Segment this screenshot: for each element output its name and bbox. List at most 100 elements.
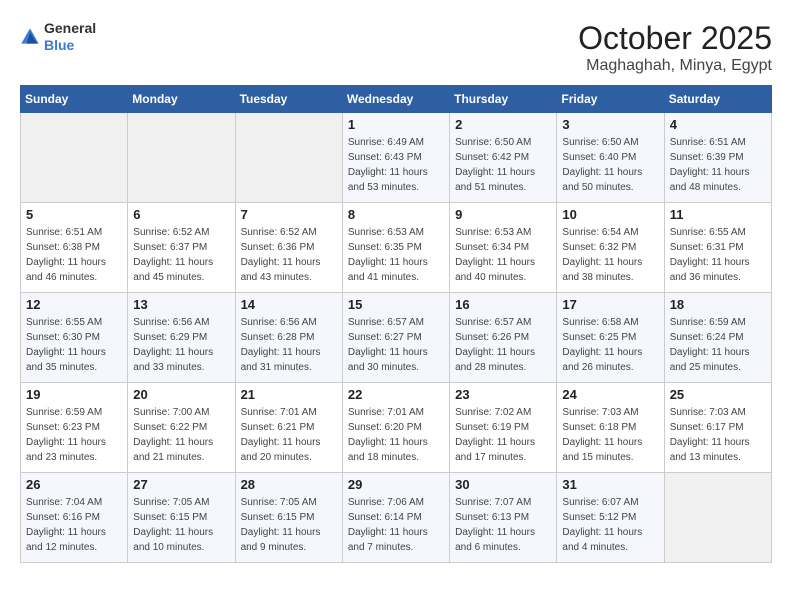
day-number: 9 bbox=[455, 207, 551, 222]
week-row-1: 5 Sunrise: 6:51 AM Sunset: 6:38 PM Daylig… bbox=[21, 203, 772, 293]
logo: General Blue bbox=[20, 20, 96, 54]
month-title: October 2025 bbox=[578, 20, 772, 57]
day-number: 30 bbox=[455, 477, 551, 492]
calendar-cell: 28 Sunrise: 7:05 AM Sunset: 6:15 PM Dayli… bbox=[235, 473, 342, 563]
logo-general: General bbox=[44, 20, 96, 37]
week-row-4: 26 Sunrise: 7:04 AM Sunset: 6:16 PM Dayli… bbox=[21, 473, 772, 563]
day-info: Sunrise: 7:01 AM Sunset: 6:20 PM Dayligh… bbox=[348, 405, 444, 465]
day-number: 24 bbox=[562, 387, 658, 402]
page-container: General Blue October 2025 Maghaghah, Min… bbox=[20, 20, 772, 563]
title-section: October 2025 Maghaghah, Minya, Egypt bbox=[578, 20, 772, 75]
day-info: Sunrise: 7:00 AM Sunset: 6:22 PM Dayligh… bbox=[133, 405, 229, 465]
calendar-cell bbox=[664, 473, 771, 563]
day-info: Sunrise: 7:01 AM Sunset: 6:21 PM Dayligh… bbox=[241, 405, 337, 465]
day-number: 6 bbox=[133, 207, 229, 222]
calendar-cell: 27 Sunrise: 7:05 AM Sunset: 6:15 PM Dayli… bbox=[128, 473, 235, 563]
calendar-cell: 23Sunrise: 7:02 AM Sunset: 6:19 PM Dayli… bbox=[450, 383, 557, 473]
day-info: Sunrise: 6:55 AM Sunset: 6:30 PM Dayligh… bbox=[26, 315, 122, 375]
day-number: 18 bbox=[670, 297, 766, 312]
calendar-cell: 7Sunrise: 6:52 AM Sunset: 6:36 PM Daylig… bbox=[235, 203, 342, 293]
logo-blue: Blue bbox=[44, 37, 96, 54]
day-number: 5 bbox=[26, 207, 122, 222]
day-number: 31 bbox=[562, 477, 658, 492]
calendar-cell bbox=[128, 113, 235, 203]
day-number: 22 bbox=[348, 387, 444, 402]
calendar-cell: 21 Sunrise: 7:01 AM Sunset: 6:21 PM Dayli… bbox=[235, 383, 342, 473]
day-number: 21 bbox=[241, 387, 337, 402]
calendar-cell: 8Sunrise: 6:53 AM Sunset: 6:35 PM Daylig… bbox=[342, 203, 449, 293]
calendar-cell: 11 Sunrise: 6:55 AM Sunset: 6:31 PM Dayli… bbox=[664, 203, 771, 293]
calendar-cell: 2 Sunrise: 6:50 AM Sunset: 6:42 PM Daylig… bbox=[450, 113, 557, 203]
day-number: 11 bbox=[670, 207, 766, 222]
day-info: Sunrise: 6:56 AM Sunset: 6:28 PM Dayligh… bbox=[241, 315, 337, 375]
day-info: Sunrise: 6:50 AM Sunset: 6:42 PM Dayligh… bbox=[455, 135, 551, 195]
week-row-0: 1Sunrise: 6:49 AM Sunset: 6:43 PM Daylig… bbox=[21, 113, 772, 203]
day-number: 4 bbox=[670, 117, 766, 132]
calendar-cell: 25 Sunrise: 7:03 AM Sunset: 6:17 PM Dayli… bbox=[664, 383, 771, 473]
day-of-week-friday: Friday bbox=[557, 86, 664, 113]
day-info: Sunrise: 7:03 AM Sunset: 6:18 PM Dayligh… bbox=[562, 405, 658, 465]
calendar-cell: 31 Sunrise: 6:07 AM Sunset: 5:12 PM Dayli… bbox=[557, 473, 664, 563]
day-info: Sunrise: 7:05 AM Sunset: 6:15 PM Dayligh… bbox=[133, 495, 229, 555]
calendar-cell: 24 Sunrise: 7:03 AM Sunset: 6:18 PM Dayli… bbox=[557, 383, 664, 473]
day-info: Sunrise: 6:54 AM Sunset: 6:32 PM Dayligh… bbox=[562, 225, 658, 285]
header-row: SundayMondayTuesdayWednesdayThursdayFrid… bbox=[21, 86, 772, 113]
day-of-week-wednesday: Wednesday bbox=[342, 86, 449, 113]
day-number: 19 bbox=[26, 387, 122, 402]
calendar-cell: 20 Sunrise: 7:00 AM Sunset: 6:22 PM Dayli… bbox=[128, 383, 235, 473]
calendar-cell bbox=[21, 113, 128, 203]
day-info: Sunrise: 7:07 AM Sunset: 6:13 PM Dayligh… bbox=[455, 495, 551, 555]
day-number: 26 bbox=[26, 477, 122, 492]
day-number: 25 bbox=[670, 387, 766, 402]
calendar-cell: 22 Sunrise: 7:01 AM Sunset: 6:20 PM Dayli… bbox=[342, 383, 449, 473]
calendar-cell: 15Sunrise: 6:57 AM Sunset: 6:27 PM Dayli… bbox=[342, 293, 449, 383]
day-number: 20 bbox=[133, 387, 229, 402]
day-number: 15 bbox=[348, 297, 444, 312]
day-info: Sunrise: 6:59 AM Sunset: 6:24 PM Dayligh… bbox=[670, 315, 766, 375]
calendar-cell: 18 Sunrise: 6:59 AM Sunset: 6:24 PM Dayli… bbox=[664, 293, 771, 383]
day-info: Sunrise: 6:52 AM Sunset: 6:36 PM Dayligh… bbox=[241, 225, 337, 285]
day-info: Sunrise: 6:53 AM Sunset: 6:34 PM Dayligh… bbox=[455, 225, 551, 285]
day-number: 2 bbox=[455, 117, 551, 132]
day-info: Sunrise: 6:59 AM Sunset: 6:23 PM Dayligh… bbox=[26, 405, 122, 465]
day-info: Sunrise: 7:06 AM Sunset: 6:14 PM Dayligh… bbox=[348, 495, 444, 555]
day-number: 23 bbox=[455, 387, 551, 402]
calendar-cell: 29 Sunrise: 7:06 AM Sunset: 6:14 PM Dayli… bbox=[342, 473, 449, 563]
day-info: Sunrise: 6:55 AM Sunset: 6:31 PM Dayligh… bbox=[670, 225, 766, 285]
day-of-week-tuesday: Tuesday bbox=[235, 86, 342, 113]
calendar-cell: 5 Sunrise: 6:51 AM Sunset: 6:38 PM Daylig… bbox=[21, 203, 128, 293]
day-info: Sunrise: 6:57 AM Sunset: 6:26 PM Dayligh… bbox=[455, 315, 551, 375]
day-info: Sunrise: 7:04 AM Sunset: 6:16 PM Dayligh… bbox=[26, 495, 122, 555]
day-number: 16 bbox=[455, 297, 551, 312]
day-number: 27 bbox=[133, 477, 229, 492]
day-number: 3 bbox=[562, 117, 658, 132]
day-number: 10 bbox=[562, 207, 658, 222]
day-number: 17 bbox=[562, 297, 658, 312]
day-of-week-saturday: Saturday bbox=[664, 86, 771, 113]
calendar-cell: 26 Sunrise: 7:04 AM Sunset: 6:16 PM Dayli… bbox=[21, 473, 128, 563]
location-title: Maghaghah, Minya, Egypt bbox=[578, 57, 772, 75]
day-info: Sunrise: 6:07 AM Sunset: 5:12 PM Dayligh… bbox=[562, 495, 658, 555]
calendar-cell: 16 Sunrise: 6:57 AM Sunset: 6:26 PM Dayli… bbox=[450, 293, 557, 383]
calendar-cell: 13Sunrise: 6:56 AM Sunset: 6:29 PM Dayli… bbox=[128, 293, 235, 383]
calendar-cell: 3Sunrise: 6:50 AM Sunset: 6:40 PM Daylig… bbox=[557, 113, 664, 203]
day-number: 28 bbox=[241, 477, 337, 492]
day-info: Sunrise: 6:56 AM Sunset: 6:29 PM Dayligh… bbox=[133, 315, 229, 375]
logo-icon bbox=[20, 27, 40, 47]
day-info: Sunrise: 7:05 AM Sunset: 6:15 PM Dayligh… bbox=[241, 495, 337, 555]
day-number: 12 bbox=[26, 297, 122, 312]
day-info: Sunrise: 6:51 AM Sunset: 6:38 PM Dayligh… bbox=[26, 225, 122, 285]
calendar-cell: 14Sunrise: 6:56 AM Sunset: 6:28 PM Dayli… bbox=[235, 293, 342, 383]
day-info: Sunrise: 7:03 AM Sunset: 6:17 PM Dayligh… bbox=[670, 405, 766, 465]
calendar-cell: 1Sunrise: 6:49 AM Sunset: 6:43 PM Daylig… bbox=[342, 113, 449, 203]
calendar-cell: 6Sunrise: 6:52 AM Sunset: 6:37 PM Daylig… bbox=[128, 203, 235, 293]
header: General Blue October 2025 Maghaghah, Min… bbox=[20, 20, 772, 75]
day-number: 29 bbox=[348, 477, 444, 492]
calendar-cell: 19 Sunrise: 6:59 AM Sunset: 6:23 PM Dayli… bbox=[21, 383, 128, 473]
calendar-cell: 4Sunrise: 6:51 AM Sunset: 6:39 PM Daylig… bbox=[664, 113, 771, 203]
calendar-cell: 17Sunrise: 6:58 AM Sunset: 6:25 PM Dayli… bbox=[557, 293, 664, 383]
week-row-3: 19 Sunrise: 6:59 AM Sunset: 6:23 PM Dayli… bbox=[21, 383, 772, 473]
day-number: 1 bbox=[348, 117, 444, 132]
calendar-cell: 12 Sunrise: 6:55 AM Sunset: 6:30 PM Dayli… bbox=[21, 293, 128, 383]
day-number: 8 bbox=[348, 207, 444, 222]
